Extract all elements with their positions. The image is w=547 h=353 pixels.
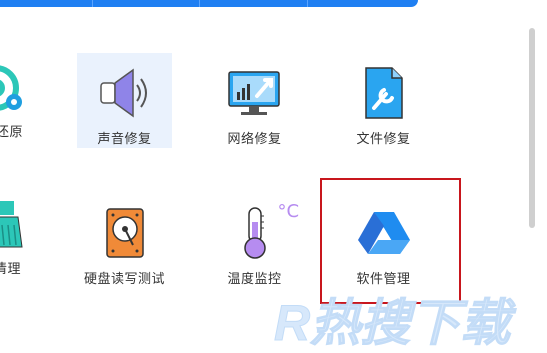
tool-network-repair[interactable]: 网络修复	[207, 53, 302, 148]
tool-label: 清理	[0, 262, 22, 277]
tool-label: 文件修复	[356, 132, 411, 147]
tool-cleanup[interactable]: 清理	[0, 195, 40, 285]
tool-sound-repair[interactable]: 声音修复	[77, 53, 172, 148]
tool-label: 硬盘读写测试	[83, 272, 165, 287]
tool-label: 声音修复	[97, 132, 152, 147]
tool-file-repair[interactable]: 文件修复	[336, 53, 431, 148]
thermometer-icon	[243, 207, 266, 259]
tab-divider	[199, 0, 200, 7]
tool-label: 温度监控	[227, 272, 282, 287]
tool-label: 还原	[0, 125, 24, 140]
tool-label: 网络修复	[227, 132, 282, 147]
hard-disk-icon	[105, 208, 144, 258]
scrollbar-thumb[interactable]	[529, 28, 535, 228]
tool-restore[interactable]: 还原	[0, 55, 40, 145]
restore-icon	[0, 65, 22, 111]
tool-disk-rw-test[interactable]: 硬盘读写测试	[77, 193, 172, 288]
tab-divider	[307, 0, 308, 7]
broom-icon	[0, 201, 23, 248]
tool-temperature-monitor[interactable]: °C 温度监控	[207, 193, 302, 288]
speaker-icon	[99, 68, 147, 118]
file-repair-icon	[364, 67, 403, 119]
highlight-annotation-box	[320, 178, 461, 304]
celsius-symbol: °C	[277, 201, 300, 222]
tab-divider	[92, 0, 93, 7]
network-repair-icon	[227, 71, 280, 115]
top-tab-bar	[0, 0, 418, 7]
